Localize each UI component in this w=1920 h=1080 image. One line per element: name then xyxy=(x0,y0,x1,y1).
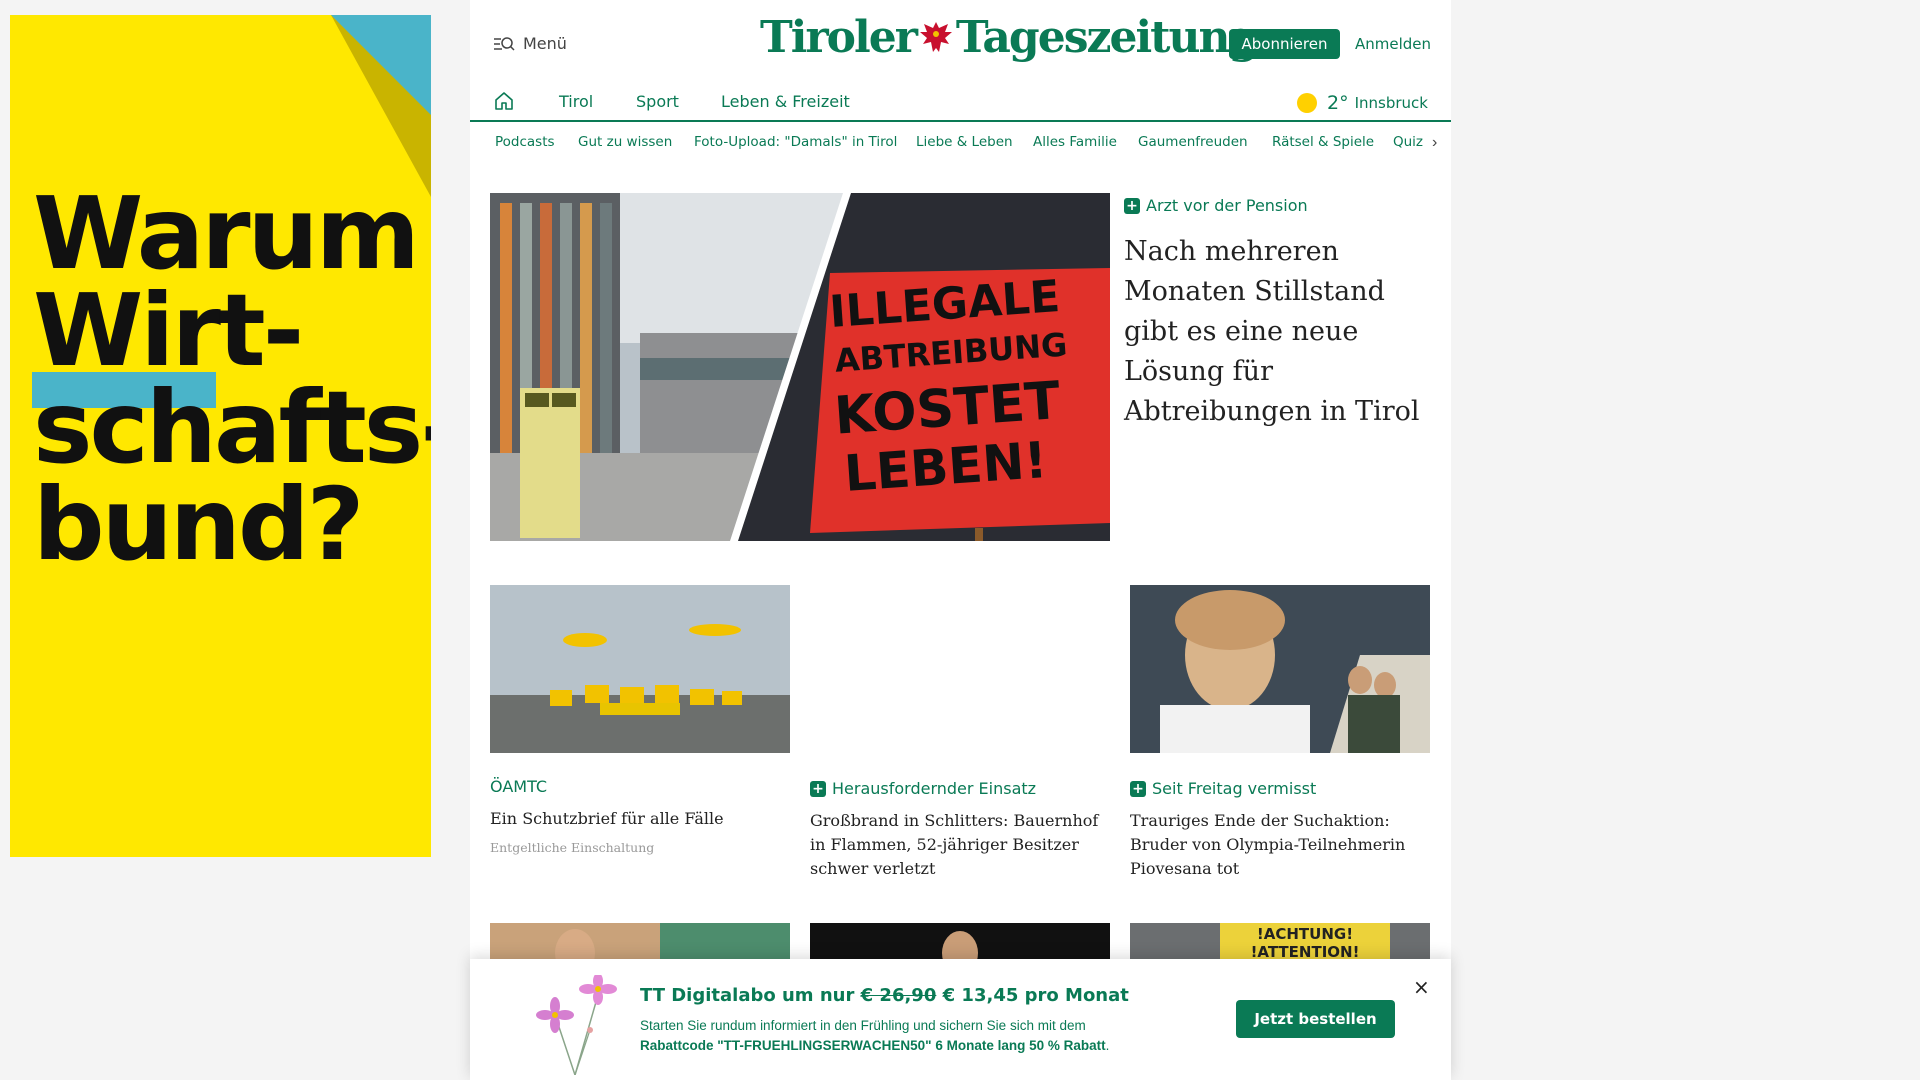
sponsored-label: Entgeltliche Einschaltung xyxy=(490,840,655,855)
page-fold-graphic xyxy=(331,15,431,197)
weather-city: Innsbruck xyxy=(1354,94,1428,112)
promo-text-end: . xyxy=(1105,1038,1110,1053)
menu-search-icon xyxy=(494,36,515,51)
subnav-item-gut-zu-wissen[interactable]: Gut zu wissen xyxy=(578,134,672,150)
premium-plus-icon: + xyxy=(810,780,826,797)
lead-kicker-text: Arzt vor der Pension xyxy=(1146,196,1308,215)
login-link[interactable]: Anmelden xyxy=(1355,35,1431,53)
subnav-item-raetsel-spiele[interactable]: Rätsel & Spiele xyxy=(1272,134,1374,150)
site-logo[interactable]: Tiroler Tageszeitung xyxy=(760,12,1259,63)
close-icon[interactable]: × xyxy=(1413,975,1430,999)
promo-code-text: Rabattcode "TT-FRUEHLINGSERWACHEN50" 6 M… xyxy=(640,1038,1106,1053)
nav-item-sport[interactable]: Sport xyxy=(636,92,679,111)
eagle-icon xyxy=(919,21,952,52)
ad-line: Warum xyxy=(33,175,420,292)
subnav-item-foto-upload[interactable]: Foto-Upload: "Damals" in Tirol xyxy=(694,134,897,150)
temperature: 2° xyxy=(1327,92,1349,114)
teaser-image[interactable]: !ACHTUNG! !ATTENTION! xyxy=(1130,923,1430,963)
promo-new-price: € 13,45 pro Monat xyxy=(942,985,1129,1006)
lead-headline[interactable]: Nach mehreren Monaten Stillstand gibt es… xyxy=(1124,232,1434,432)
ad-headline: Warum Wirt- schafts- bund? xyxy=(33,175,431,583)
premium-plus-icon: + xyxy=(1130,780,1146,797)
logo-text-right: Tageszeitung xyxy=(955,12,1259,63)
menu-label: Menü xyxy=(523,34,567,53)
sun-icon xyxy=(1297,93,1317,113)
subnav-item-quiz[interactable]: Quiz xyxy=(1393,134,1423,150)
sub-navigation: Podcasts Gut zu wissen Foto-Upload: "Dam… xyxy=(470,122,1451,162)
ad-line: Wirt- xyxy=(33,272,304,389)
teaser-image[interactable] xyxy=(810,923,1110,963)
lead-kicker: + Arzt vor der Pension xyxy=(1124,196,1308,215)
order-now-button[interactable]: Jetzt bestellen xyxy=(1236,1000,1395,1038)
teaser-sign-text: !ACHTUNG! xyxy=(1257,925,1353,943)
teaser-image[interactable] xyxy=(490,923,790,963)
main-navigation: Tirol Sport Leben & Freizeit 2° Innsbruc… xyxy=(470,86,1451,122)
card-kicker-text: Seit Freitag vermisst xyxy=(1152,779,1317,798)
card-kicker: ÖAMTC xyxy=(490,777,548,796)
subnav-item-liebe-leben[interactable]: Liebe & Leben xyxy=(916,134,1013,150)
chevron-right-icon[interactable]: › xyxy=(1432,134,1437,152)
weather-widget[interactable]: 2° Innsbruck xyxy=(1297,92,1428,114)
premium-plus-icon: + xyxy=(1124,197,1140,214)
promo-title: TT Digitalabo um nur € 26,90 € 13,45 pro… xyxy=(640,985,1129,1006)
card-headline[interactable]: Ein Schutzbrief für alle Fälle xyxy=(490,807,790,831)
promo-text: Starten Sie rundum informiert in den Frü… xyxy=(640,1018,1086,1033)
subscribe-button[interactable]: Abonnieren xyxy=(1229,29,1340,59)
card-kicker: + Herausfordernder Einsatz xyxy=(810,779,1036,798)
promo-old-price: € 26,90 xyxy=(860,985,937,1006)
ad-line: bund? xyxy=(33,466,365,583)
card-headline[interactable]: Trauriges Ende der Suchaktion: Bruder vo… xyxy=(1130,809,1430,881)
subnav-item-alles-familie[interactable]: Alles Familie xyxy=(1033,134,1117,150)
main-column: Menü Tiroler Tageszeitung Abonnieren Anm… xyxy=(470,0,1451,1080)
card-headline[interactable]: Großbrand in Schlitters: Bauernhof in Fl… xyxy=(810,809,1110,881)
ad-line: schafts- xyxy=(33,369,431,486)
subnav-item-gaumenfreuden[interactable]: Gaumenfreuden xyxy=(1138,134,1248,150)
menu-button[interactable]: Menü xyxy=(493,34,567,53)
logo-text-left: Tiroler xyxy=(760,12,918,63)
promo-title-prefix: TT Digitalabo um nur xyxy=(640,985,855,1006)
card-kicker-text: Herausfordernder Einsatz xyxy=(832,779,1037,798)
header: Menü Tiroler Tageszeitung Abonnieren Anm… xyxy=(470,0,1451,86)
promo-description: Starten Sie rundum informiert in den Frü… xyxy=(640,1016,1200,1056)
card-image-oeamtc[interactable] xyxy=(490,585,790,753)
card-kicker: + Seit Freitag vermisst xyxy=(1130,779,1316,798)
nav-item-tirol[interactable]: Tirol xyxy=(559,92,593,111)
subscription-promo-bar: TT Digitalabo um nur € 26,90 € 13,45 pro… xyxy=(470,959,1451,1080)
home-icon[interactable] xyxy=(493,90,515,112)
flower-illustration xyxy=(536,975,617,1075)
subnav-item-podcasts[interactable]: Podcasts xyxy=(495,134,555,150)
nav-item-leben-freizeit[interactable]: Leben & Freizeit xyxy=(721,92,850,111)
card-image-suchaktion[interactable] xyxy=(1130,585,1430,753)
advertisement-banner[interactable]: Warum Wirt- schafts- bund? xyxy=(10,15,431,857)
lead-article-image[interactable]: ILLEGALE ABTREIBUNG KOSTET LEBEN! xyxy=(490,193,1110,541)
